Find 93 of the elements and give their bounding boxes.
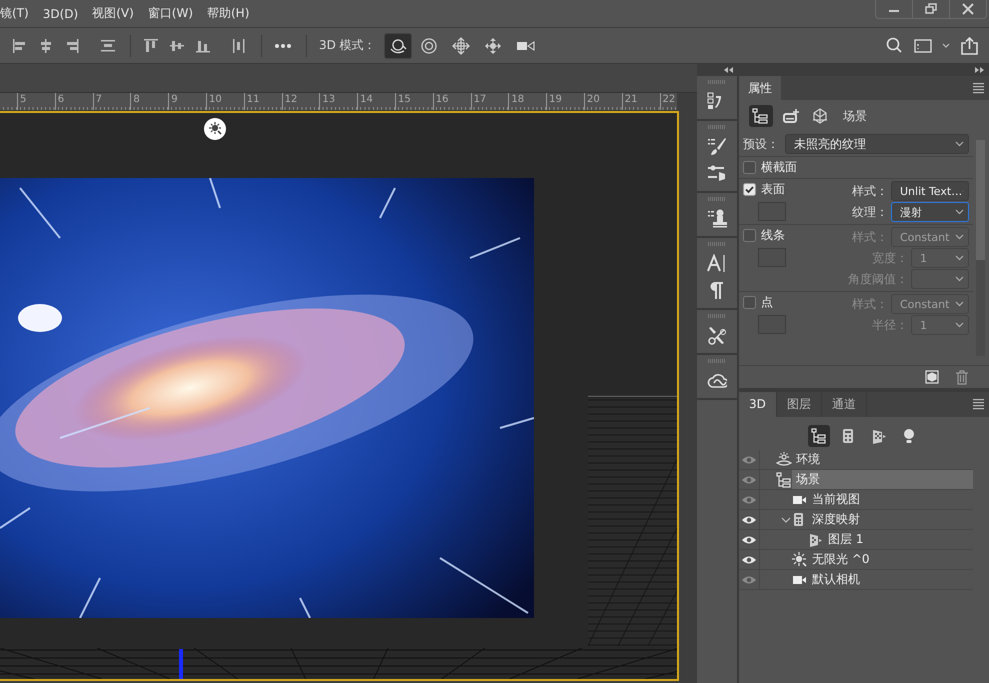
tree-item[interactable]: 图层 1 [824,530,973,549]
ruler-label: 12 [282,92,320,110]
option-label: 线条 [761,227,785,244]
material-icon [808,532,824,548]
align-right-icon[interactable] [64,38,80,54]
field-label: 角度阈值： [848,270,908,288]
sliders-icon[interactable] [707,164,727,183]
scene-icon [776,472,792,488]
option-label: 横截面 [761,159,797,176]
ruler-label: 19 [546,92,584,110]
option-label: 表面 [761,181,785,198]
chevron-icon [955,255,964,261]
chevron-icon [955,209,964,215]
field-label: 样式： [852,296,888,312]
menu-item[interactable]: 视图(V) [92,5,148,22]
tree-item[interactable]: 无限光 ^0 [808,550,973,569]
menu-item[interactable]: 窗口(W) [148,5,207,22]
panel-tab[interactable]: 图层 [776,392,822,417]
tree-item[interactable]: 深度映射 [808,510,973,529]
ruler-label: 18 [508,92,546,110]
chevron-icon [955,322,964,328]
panel-tab[interactable]: 通道 [822,392,867,417]
ruler-label: 13 [319,92,358,110]
position-marker-icon[interactable] [179,648,183,679]
ruler-label: 20 [584,92,622,110]
panel-menu-icon[interactable] [973,399,984,410]
field-label: 纹理： [852,204,888,220]
expand-icon[interactable] [974,66,985,74]
ruler-label: 6 [54,92,93,110]
tree-item[interactable]: 环境 [792,450,973,469]
distribute-icon[interactable] [231,38,247,54]
scene-icon[interactable] [749,105,773,127]
ruler-label: 11 [244,92,282,110]
ruler-label: 9 [168,92,206,110]
checkbox[interactable] [743,229,756,242]
field-label: 宽度： [872,250,908,266]
ruler-label: 16 [432,92,471,110]
chevron-icon [955,141,964,147]
render-icon[interactable] [925,370,939,384]
trash-icon[interactable] [955,370,969,384]
tree-item[interactable]: 默认相机 [808,570,973,589]
mode-label: 3D 模式： [319,37,376,54]
field-label: 样式： [852,228,888,246]
scene-filter-icon[interactable] [808,425,830,447]
stamp-icon[interactable] [707,209,727,228]
cloud-icon[interactable] [707,371,727,390]
ruler-label: 8 [130,92,168,110]
caret-icon[interactable] [942,42,950,49]
checkbox[interactable] [743,161,756,174]
chevron-icon [955,234,964,240]
ruler-label: 17 [470,92,508,110]
type-icon[interactable] [707,254,727,273]
tree-item[interactable]: 场景 [792,470,973,489]
ruler-label: 14 [357,92,395,110]
menu-item[interactable]: 帮助(H) [207,5,264,22]
menu-item[interactable]: 3D(D) [42,6,92,20]
collapse-icon[interactable] [723,66,734,74]
checkbox[interactable] [743,183,756,196]
chevron-icon [955,301,964,307]
dropdown[interactable]: 漫射 [891,202,969,222]
orbit-icon[interactable] [384,32,412,58]
ruler-label: 21 [622,92,660,110]
light-gizmo-icon[interactable] [204,118,226,140]
ruler-label: 15 [394,92,433,110]
environment-icon [776,452,792,468]
menu-item[interactable]: 镜(T) [0,5,43,22]
workspace-icon[interactable] [914,38,932,54]
align-center-icon[interactable] [38,38,54,54]
checkbox[interactable] [743,296,756,309]
tree-item[interactable]: 当前视图 [808,490,973,509]
ruler-label: 7 [92,92,130,110]
brush-icon[interactable] [707,137,727,156]
chevron-icon [955,276,964,282]
field-label: 样式： [852,182,888,200]
preset-label: 预设： [743,136,779,152]
option-label: 点 [761,294,773,311]
align-top-icon[interactable] [143,38,159,54]
ruler-label: 10 [206,92,244,110]
tools-icon[interactable] [707,326,727,345]
preset-dropdown[interactable]: 未照亮的纹理 [785,134,969,154]
panel-menu-icon[interactable] [973,82,984,94]
align-left-icon[interactable] [12,38,28,54]
field-label: 半径： [872,316,908,334]
search-icon[interactable] [886,36,904,54]
dropdown[interactable]: Unlit Text… [891,181,969,201]
panel-tab[interactable]: 属性 [739,76,781,100]
light-icon [792,552,808,568]
share-icon[interactable] [960,36,979,54]
scrollbar[interactable] [976,140,985,356]
distribute-icon[interactable] [100,38,116,54]
ruler-label: 5 [17,92,55,110]
panel-tab[interactable]: 3D [739,392,777,417]
section-title: 场景 [843,108,867,124]
